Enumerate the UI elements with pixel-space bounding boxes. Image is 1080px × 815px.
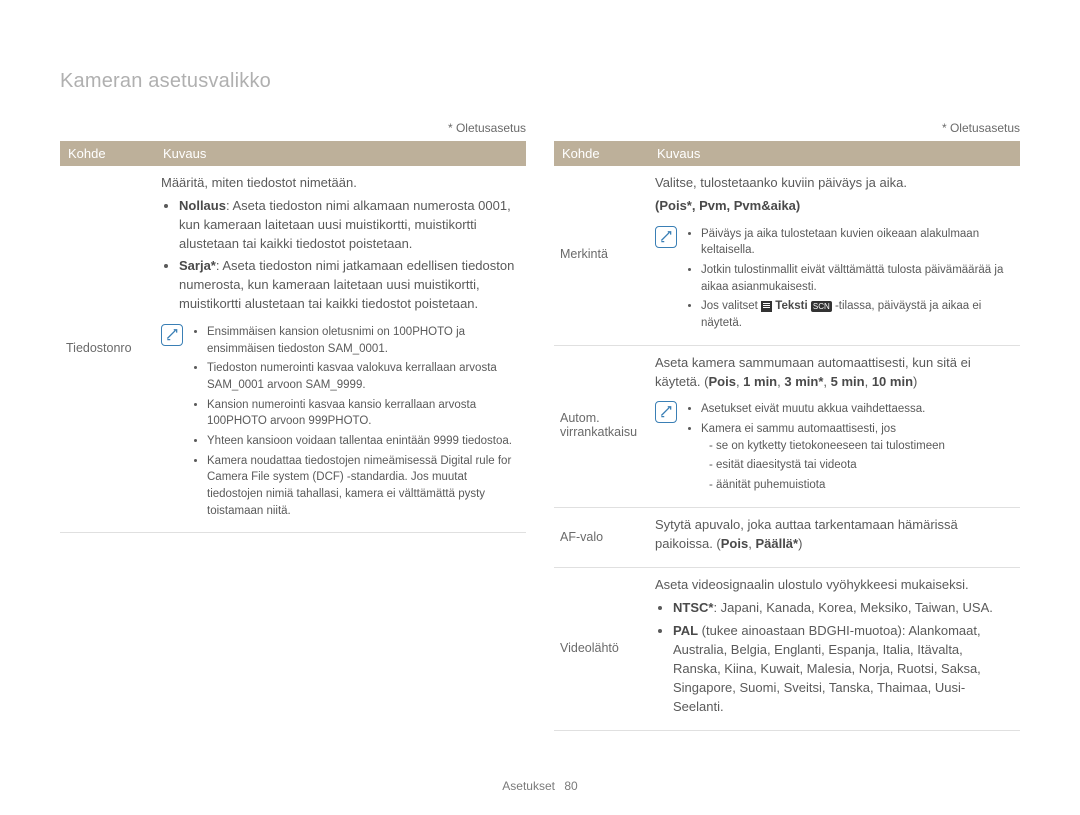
scn-badge-icon: SCN bbox=[811, 301, 832, 312]
th-kohde: Kohde bbox=[554, 141, 649, 166]
note-item: Tiedoston numerointi kasvaa valokuva ker… bbox=[207, 360, 520, 393]
text-mode-icon bbox=[761, 301, 772, 312]
list-item: Sarja*: Aseta tiedoston nimi jatkamaan e… bbox=[179, 257, 520, 314]
page-title: Kameran asetusvalikko bbox=[60, 70, 1020, 93]
note-item: Jotkin tulostinmallit eivät välttämättä … bbox=[701, 262, 1014, 295]
table-row: Tiedostonro Määritä, miten tiedostot nim… bbox=[60, 166, 526, 533]
row-label: AF-valo bbox=[554, 507, 649, 568]
table-row: Merkintä Valitse, tulostetaanko kuviin p… bbox=[554, 166, 1020, 345]
option-list: Nollaus: Aseta tiedoston nimi alkamaan n… bbox=[161, 197, 520, 314]
row-desc: Valitse, tulostetaanko kuviin päiväys ja… bbox=[649, 166, 1020, 345]
note-box: Päiväys ja aika tulostetaan kuvien oikea… bbox=[655, 226, 1014, 335]
note-item: Jos valitset Teksti SCN -tilassa, päiväy… bbox=[701, 298, 1014, 331]
note-box: Ensimmäisen kansion oletusnimi on 100PHO… bbox=[161, 324, 520, 522]
table-row: Autom. virrankatkaisu Aseta kamera sammu… bbox=[554, 345, 1020, 507]
default-setting-note: * Oletusasetus bbox=[60, 121, 526, 135]
note-subitem: äänität puhemuistiota bbox=[709, 477, 945, 494]
list-item: PAL (tukee ainoastaan BDGHI-muotoa): Ala… bbox=[673, 622, 1014, 716]
footer-section: Asetukset bbox=[502, 779, 555, 793]
row-label: Merkintä bbox=[554, 166, 649, 345]
note-item: Yhteen kansioon voidaan tallentaa enintä… bbox=[207, 433, 520, 450]
note-item: Ensimmäisen kansion oletusnimi on 100PHO… bbox=[207, 324, 520, 357]
page-footer: Asetukset 80 bbox=[0, 779, 1080, 793]
note-item: Kamera noudattaa tiedostojen nimeämisess… bbox=[207, 453, 520, 520]
list-item: Nollaus: Aseta tiedoston nimi alkamaan n… bbox=[179, 197, 520, 254]
table-row: Videolähtö Aseta videosignaalin ulostulo… bbox=[554, 568, 1020, 731]
row-intro: Valitse, tulostetaanko kuviin päiväys ja… bbox=[655, 174, 1014, 193]
columns: * Oletusasetus Kohde Kuvaus Tiedostonro … bbox=[60, 121, 1020, 731]
row-desc: Sytytä apuvalo, joka auttaa tarkentamaan… bbox=[649, 507, 1020, 568]
note-icon bbox=[655, 401, 677, 423]
note-item: Kamera ei sammu automaattisesti, jos se … bbox=[701, 421, 945, 494]
row-options: (Pois*, Pvm, Pvm&aika) bbox=[655, 197, 1014, 216]
note-subitem: se on kytketty tietokoneeseen tai tulost… bbox=[709, 438, 945, 455]
note-content: Asetukset eivät muutu akkua vaihdettaess… bbox=[685, 401, 945, 496]
note-box: Asetukset eivät muutu akkua vaihdettaess… bbox=[655, 401, 1014, 496]
row-intro: Sytytä apuvalo, joka auttaa tarkentamaan… bbox=[655, 516, 1014, 554]
th-kuvaus: Kuvaus bbox=[649, 141, 1020, 166]
row-label: Tiedostonro bbox=[60, 166, 155, 533]
note-content: Päiväys ja aika tulostetaan kuvien oikea… bbox=[685, 226, 1014, 335]
row-label: Autom. virrankatkaisu bbox=[554, 345, 649, 507]
note-item: Kansion numerointi kasvaa kansio kerrall… bbox=[207, 397, 520, 430]
right-column: * Oletusasetus Kohde Kuvaus Merkintä Val… bbox=[554, 121, 1020, 731]
note-item: Asetukset eivät muutu akkua vaihdettaess… bbox=[701, 401, 945, 418]
row-desc: Aseta videosignaalin ulostulo vyöhykkees… bbox=[649, 568, 1020, 731]
default-setting-note: * Oletusasetus bbox=[554, 121, 1020, 135]
row-label: Videolähtö bbox=[554, 568, 649, 731]
settings-table-left: Kohde Kuvaus Tiedostonro Määritä, miten … bbox=[60, 141, 526, 533]
option-list: NTSC*: Japani, Kanada, Korea, Meksiko, T… bbox=[655, 599, 1014, 716]
page-number: 80 bbox=[564, 779, 577, 793]
note-icon bbox=[161, 324, 183, 346]
th-kohde: Kohde bbox=[60, 141, 155, 166]
row-desc: Määritä, miten tiedostot nimetään. Nolla… bbox=[155, 166, 526, 533]
list-item: NTSC*: Japani, Kanada, Korea, Meksiko, T… bbox=[673, 599, 1014, 618]
row-intro: Aseta videosignaalin ulostulo vyöhykkees… bbox=[655, 576, 1014, 595]
settings-table-right: Kohde Kuvaus Merkintä Valitse, tulosteta… bbox=[554, 141, 1020, 731]
note-item: Päiväys ja aika tulostetaan kuvien oikea… bbox=[701, 226, 1014, 259]
row-desc: Aseta kamera sammumaan automaattisesti, … bbox=[649, 345, 1020, 507]
table-row: AF-valo Sytytä apuvalo, joka auttaa tark… bbox=[554, 507, 1020, 568]
left-column: * Oletusasetus Kohde Kuvaus Tiedostonro … bbox=[60, 121, 526, 731]
note-subitem: esität diaesitystä tai videota bbox=[709, 457, 945, 474]
note-content: Ensimmäisen kansion oletusnimi on 100PHO… bbox=[191, 324, 520, 522]
row-intro: Määritä, miten tiedostot nimetään. bbox=[161, 174, 520, 193]
row-intro: Aseta kamera sammumaan automaattisesti, … bbox=[655, 354, 1014, 392]
note-icon bbox=[655, 226, 677, 248]
th-kuvaus: Kuvaus bbox=[155, 141, 526, 166]
page: Kameran asetusvalikko * Oletusasetus Koh… bbox=[0, 0, 1080, 761]
